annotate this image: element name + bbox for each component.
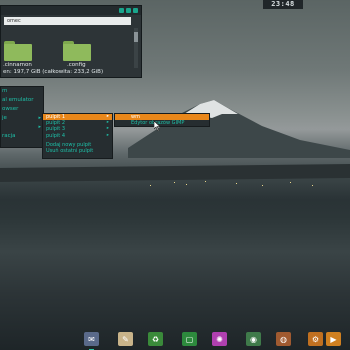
window-titlebar[interactable] — [1, 6, 141, 15]
eye-viewer-icon[interactable]: ◉ — [246, 332, 261, 346]
close-button[interactable] — [133, 8, 138, 13]
menu-item[interactable]: je ▸ — [1, 114, 43, 123]
main-menu[interactable]: m al emulator owser je ▸ ▸ racja — [0, 86, 44, 148]
submenu-arrow-icon: ▸ — [106, 132, 109, 138]
submenu-arrow-icon: ▸ — [38, 124, 41, 130]
menu-item-label: owser — [2, 106, 19, 112]
menu-item[interactable]: racja — [1, 132, 43, 141]
submenu-item-label: Usuń ostatni pulpit — [46, 147, 94, 154]
status-bar: en: 197,7 GiB (całkowita: 233,2 GiB) — [3, 69, 104, 75]
clock: 23:48 — [263, 0, 303, 9]
maximize-button[interactable] — [126, 8, 131, 13]
submenu-item-label: Dodaj nowy pulpit — [46, 141, 92, 148]
submenu-item-pulpit-4[interactable]: pulpit 4 ▸ — [43, 133, 112, 139]
menu-item-label: je — [2, 115, 7, 121]
folder-icon[interactable] — [63, 41, 91, 61]
submenu-item-label: pulpit 4 — [46, 132, 66, 139]
submenu-item-label: pulpit 2 — [46, 120, 66, 127]
folder-label[interactable]: .cinnamon — [3, 62, 32, 68]
color-wheel-icon[interactable]: ✺ — [212, 332, 227, 346]
window-list-submenu[interactable]: wm Edytor obrazów GIMP — [114, 113, 210, 127]
terminal-app-icon[interactable]: ▢ — [182, 332, 197, 346]
stamp-app-icon[interactable]: ✉ — [84, 332, 99, 346]
menu-item-label: m — [2, 88, 8, 94]
folder-label[interactable]: .config — [67, 62, 86, 68]
submenu-item-label: pulpit 3 — [46, 126, 66, 133]
file-manager-window[interactable]: omec .cinnamon .config en: 197,7 GiB (ca… — [0, 5, 142, 78]
menu-item[interactable]: al emulator — [1, 96, 43, 105]
desktops-submenu[interactable]: pulpit 1 ▸ pulpit 2 ▸ pulpit 3 ▸ pulpit 4 ▸ … — [42, 113, 113, 159]
submenu-item-label: pulpit 1 — [46, 114, 66, 120]
menu-item-label: al emulator — [2, 97, 34, 103]
mouse-cursor-icon — [154, 121, 161, 131]
menu-item[interactable]: owser — [1, 105, 43, 114]
mixer-app-icon[interactable]: ⚙ — [308, 332, 323, 346]
submenu-arrow-icon: ▸ — [38, 115, 41, 121]
notes-app-icon[interactable]: ✎ — [118, 332, 133, 346]
minimize-button[interactable] — [119, 8, 124, 13]
folder-icon[interactable] — [4, 41, 32, 61]
window-item[interactable]: Edytor obrazów GIMP — [115, 120, 209, 126]
recycle-app-icon[interactable]: ♻ — [148, 332, 163, 346]
globe-app-icon[interactable]: ◍ — [276, 332, 291, 346]
menu-item[interactable]: ▸ — [1, 123, 43, 132]
dock: ✉ ✎ ♻ ▢ ✺ ◉ ◍ ⚙ ▶ — [80, 329, 342, 350]
remove-desktop-item[interactable]: Usuń ostatni pulpit — [43, 148, 112, 154]
menu-item[interactable]: m — [1, 87, 43, 96]
media-player-icon[interactable]: ▶ — [326, 332, 341, 346]
scrollbar[interactable] — [134, 28, 138, 68]
menu-item-label: racja — [2, 133, 16, 139]
path-bar[interactable]: omec — [4, 17, 131, 25]
